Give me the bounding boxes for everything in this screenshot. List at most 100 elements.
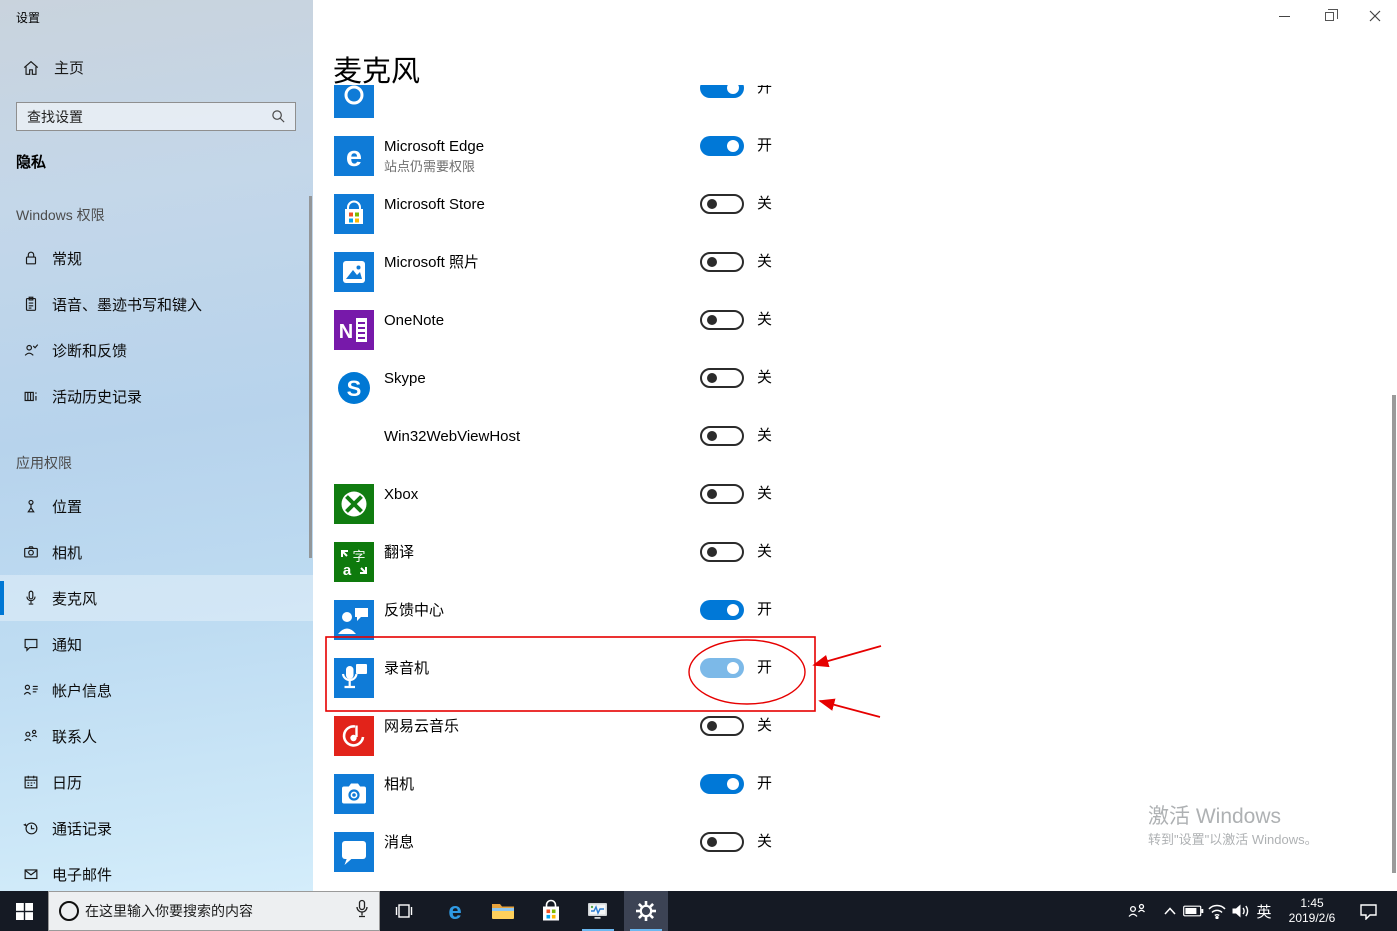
lock-icon (22, 249, 40, 267)
clock-date: 2019/2/6 (1288, 911, 1336, 925)
sidebar-page-title: 隐私 (16, 154, 47, 171)
sidebar-item-microphone[interactable]: 麦克风 (0, 575, 313, 621)
search-icon[interactable] (271, 109, 286, 124)
taskbar-mic-icon[interactable] (355, 899, 369, 924)
app-toggle[interactable] (700, 368, 744, 388)
main-scrollbar[interactable] (1392, 395, 1396, 873)
settings-search-input[interactable] (17, 108, 271, 125)
diagnostics-icon (22, 341, 40, 359)
tray-people-button[interactable] (1122, 891, 1152, 931)
app-name: 翻译 (384, 544, 415, 561)
battery-icon (1182, 905, 1203, 917)
app-toggle[interactable] (700, 542, 744, 562)
tray-language-indicator[interactable]: 英 (1250, 891, 1278, 931)
call-history-icon (22, 819, 40, 837)
app-toggle[interactable] (700, 194, 744, 214)
app-name: Xbox (384, 486, 419, 503)
app-name: Skype (384, 370, 426, 387)
close-button[interactable] (1352, 0, 1397, 32)
store-taskbar-button[interactable] (529, 891, 573, 931)
sidebar-item-diagnostics-feedback[interactable]: 诊断和反馈 (0, 327, 313, 373)
sidebar-item-home[interactable]: 主页 (22, 57, 84, 78)
taskbar-edge-button[interactable]: e (433, 891, 477, 931)
app-toggle[interactable] (700, 310, 744, 330)
action-center-button[interactable] (1350, 891, 1386, 931)
app-toggle[interactable] (700, 774, 744, 794)
cortana-icon[interactable] (59, 901, 79, 921)
svg-text:字: 字 (352, 550, 365, 565)
speaker-icon (1232, 904, 1249, 918)
app-name: OneNote (384, 312, 445, 329)
calendar-icon (22, 773, 40, 791)
home-icon (22, 59, 40, 77)
sidebar-item-call-history[interactable]: 通话记录 (0, 805, 313, 851)
task-manager-button[interactable] (576, 891, 620, 931)
activity-history-icon (22, 387, 40, 405)
toggle-state-label: 关 (757, 369, 773, 386)
app-toggle[interactable] (700, 85, 744, 98)
svg-text:N: N (339, 321, 353, 343)
sidebar-item-contacts[interactable]: 联系人 (0, 713, 313, 759)
svg-text:e: e (448, 898, 461, 924)
sidebar-item-calendar[interactable]: 日历 (0, 759, 313, 805)
sidebar-scrollbar[interactable] (309, 196, 312, 558)
skype-icon: S (334, 368, 374, 408)
sidebar-item-label: 电子邮件 (52, 866, 113, 884)
app-toggle[interactable] (700, 136, 744, 156)
restore-button[interactable] (1307, 0, 1352, 32)
toggle-state-label: 关 (757, 543, 773, 560)
page-title: 麦克风 (333, 56, 421, 88)
app-toggle[interactable] (700, 832, 744, 852)
app-row-microsoft-photos: Microsoft 照片 关 (313, 243, 1397, 301)
app-row-voice-recorder: 录音机 开 (313, 649, 1397, 707)
app-row-onenote: N OneNote 关 (313, 301, 1397, 359)
sidebar-item-location[interactable]: 位置 (0, 483, 313, 529)
language-label: 英 (1256, 903, 1272, 921)
sidebar-item-general[interactable]: 常规 (0, 235, 313, 281)
sidebar-home-label: 主页 (54, 60, 85, 77)
app-name: 消息 (384, 834, 415, 851)
microphone-icon (22, 589, 40, 607)
photos-icon (334, 252, 374, 292)
file-explorer-button[interactable] (481, 891, 525, 931)
tray-chevron-button[interactable] (1158, 891, 1182, 931)
edge-icon: e (334, 136, 374, 176)
sidebar-item-camera[interactable]: 相机 (0, 529, 313, 575)
task-view-button[interactable] (382, 891, 426, 931)
sidebar-item-label: 通知 (52, 636, 83, 654)
app-toggle[interactable] (700, 484, 744, 504)
window-controls (1262, 0, 1397, 32)
tray-clock[interactable]: 1:45 2019/2/6 (1280, 891, 1344, 931)
toggle-state-label: 开 (757, 659, 773, 676)
chevron-up-icon (1164, 907, 1176, 915)
sidebar-item-notifications[interactable]: 通知 (0, 621, 313, 667)
taskbar-search-input[interactable] (79, 903, 355, 919)
toggle-state-label: 关 (757, 311, 773, 328)
app-toggle-voice-recorder[interactable] (700, 658, 744, 678)
app-toggle[interactable] (700, 252, 744, 272)
settings-taskbar-button[interactable] (624, 891, 668, 931)
start-button[interactable] (0, 891, 48, 931)
tray-battery-button[interactable] (1180, 891, 1206, 931)
app-toggle[interactable] (700, 600, 744, 620)
app-row-microsoft-store: Microsoft Store 关 (313, 185, 1397, 243)
contacts-icon (22, 727, 40, 745)
sidebar-item-account-info[interactable]: 帐户信息 (0, 667, 313, 713)
minimize-button[interactable] (1262, 0, 1307, 32)
restore-icon (1325, 8, 1338, 21)
sidebar-item-label: 通话记录 (52, 820, 113, 838)
watermark-line2: 转到"设置"以激活 Windows。 (1148, 832, 1318, 847)
toggle-state-label: 开 (757, 85, 773, 96)
svg-text:a: a (343, 562, 352, 579)
app-toggle[interactable] (700, 426, 744, 446)
close-icon (1369, 10, 1380, 22)
task-manager-icon (588, 903, 607, 919)
app-toggle[interactable] (700, 716, 744, 736)
sidebar-item-activity-history[interactable]: 活动历史记录 (0, 373, 313, 419)
sidebar-item-label: 常规 (52, 250, 83, 268)
sidebar-item-email[interactable]: 电子邮件 (0, 851, 313, 891)
sidebar-item-speech-inking-typing[interactable]: 语音、墨迹书写和键入 (0, 281, 313, 327)
account-info-icon (22, 681, 40, 699)
section-header-windows-permissions: Windows 权限 (16, 207, 105, 223)
sidebar-item-label: 位置 (52, 498, 83, 516)
